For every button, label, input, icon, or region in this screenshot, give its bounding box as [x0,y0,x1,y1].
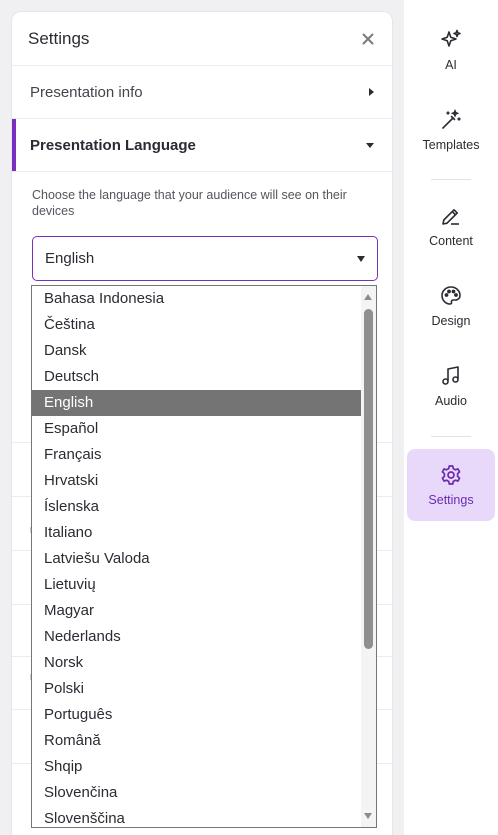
language-option[interactable]: Latviešu Valoda [32,546,362,572]
rail-divider [431,436,471,437]
rail-label: Design [431,314,471,328]
section-presentation-language[interactable]: Presentation Language [12,119,392,172]
language-option[interactable]: English [32,390,362,416]
scrollbar[interactable] [361,286,376,827]
palette-icon [441,286,461,305]
language-option[interactable]: Čeština [32,312,362,338]
rail-item-content[interactable]: Content [407,190,495,262]
language-option[interactable]: Español [32,416,362,442]
language-option[interactable]: Lietuvių [32,572,362,598]
panel-header: Settings [12,12,392,66]
language-option[interactable]: Hrvatski [32,468,362,494]
language-option[interactable]: Deutsch [32,364,362,390]
language-option[interactable]: Français [32,442,362,468]
rail-label: Content [429,234,473,248]
language-option[interactable]: Slovenščina [32,806,362,827]
scroll-up-icon[interactable] [364,294,372,300]
language-option[interactable]: Íslenska [32,494,362,520]
language-option[interactable]: Dansk [32,338,362,364]
language-option[interactable]: Shqip [32,754,362,780]
language-option[interactable]: Bahasa Indonesia [32,286,362,312]
rail-label: Templates [422,138,480,152]
language-option[interactable]: Nederlands [32,624,362,650]
section-label: Presentation info [30,83,143,101]
rail-item-ai[interactable]: AI [407,14,495,86]
language-option[interactable]: Italiano [32,520,362,546]
magic-wand-icon [442,109,461,129]
language-select-value: English [45,250,95,267]
scroll-down-icon[interactable] [364,813,372,819]
rail-item-settings[interactable]: Settings [407,449,495,521]
caret-down-icon [366,142,374,148]
rail-label: Settings [428,493,474,507]
pencil-icon [442,209,459,225]
language-option[interactable]: Magyar [32,598,362,624]
language-select[interactable]: English [32,236,378,281]
chevron-down-icon [357,255,365,262]
caret-right-icon [369,88,374,96]
language-option[interactable]: Português [32,702,362,728]
section-presentation-info[interactable]: Presentation info [12,66,392,119]
close-icon[interactable] [360,31,376,47]
rail-item-design[interactable]: Design [407,270,495,342]
rail-divider [431,179,471,180]
language-dropdown-list[interactable]: Bahasa Indonesia Čeština Dansk Deutsch Engli… [31,285,377,828]
music-note-icon [442,366,459,385]
panel-title: Settings [28,28,90,48]
side-rail: AI Templates Content Design Audio Settin… [404,0,498,835]
rail-item-templates[interactable]: Templates [407,94,495,166]
language-option[interactable]: Polski [32,676,362,702]
rail-label: Audio [435,394,467,408]
section-label: Presentation Language [30,136,196,154]
language-description: Choose the language that your audience w… [32,188,347,218]
language-option[interactable]: Slovenčina [32,780,362,806]
language-option[interactable]: Norsk [32,650,362,676]
option-list: Bahasa Indonesia Čeština Dansk Deutsch Engli… [32,286,376,827]
gear-icon [441,465,461,485]
sparkles-icon [441,29,461,47]
language-option[interactable]: Română [32,728,362,754]
scroll-thumb[interactable] [364,309,373,649]
rail-item-audio[interactable]: Audio [407,350,495,422]
rail-label: AI [445,58,457,72]
